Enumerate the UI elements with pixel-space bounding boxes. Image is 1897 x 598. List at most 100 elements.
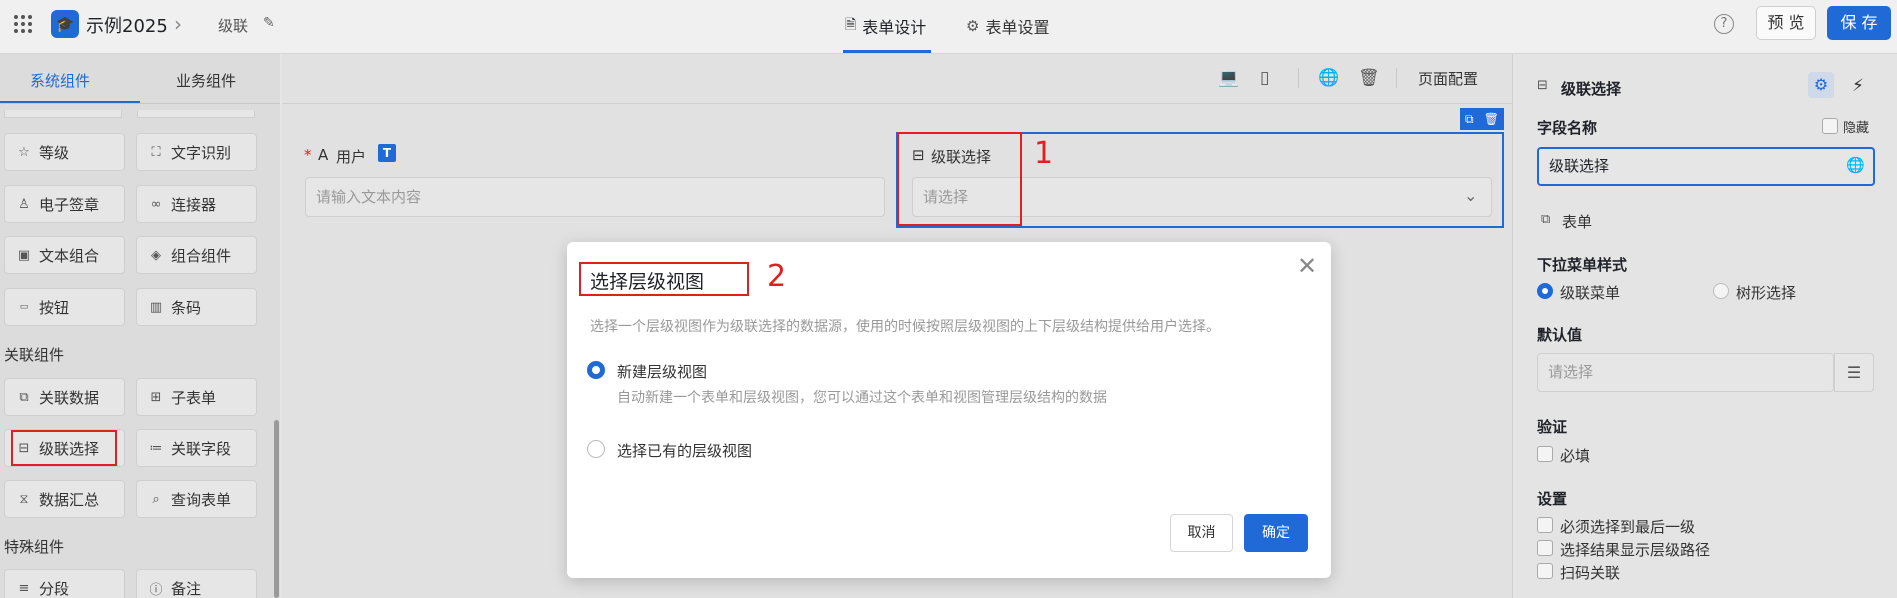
top-bar: 🎓 示例2025 › 级联 ✎ 🗎 表单设计 ⚙ 表单设置 ? 预 览 保 存 — [0, 0, 1897, 54]
show-path-checkbox[interactable] — [1537, 540, 1553, 556]
list-icon[interactable]: ☰ — [1834, 353, 1874, 392]
option-existing-label[interactable]: 选择已有的层级视图 — [617, 440, 752, 461]
confirm-button[interactable]: 确定 — [1244, 514, 1308, 552]
component-related-data[interactable]: ⧉ 关联数据 — [4, 378, 125, 416]
list-item-partial — [4, 110, 122, 118]
table-icon: ⊞ — [150, 389, 162, 405]
annotation-highlight-cascade-field — [897, 132, 1022, 226]
divider — [282, 103, 1512, 104]
default-value-select[interactable]: 请选择 — [1537, 353, 1834, 392]
edit-icon[interactable]: ✎ — [263, 15, 275, 31]
radio-cascade-menu[interactable] — [1537, 283, 1553, 299]
delete-icon[interactable]: 🗑 — [1484, 112, 1499, 126]
required-checkbox[interactable] — [1537, 446, 1553, 462]
tab-form-design[interactable]: 🗎 表单设计 — [845, 14, 926, 38]
hidden-label: 隐藏 — [1843, 121, 1870, 136]
desktop-view-icon[interactable]: 💻 — [1218, 68, 1239, 88]
gear-icon[interactable]: ⚙ — [1808, 72, 1834, 98]
annotation-highlight-cascade-component — [11, 430, 117, 466]
required-label: 必填 — [1560, 447, 1591, 465]
breadcrumb[interactable]: 级联 — [218, 15, 248, 36]
sigma-icon: ⧖ — [19, 491, 29, 507]
component-rating[interactable]: ☆ 等级 — [4, 133, 125, 171]
component-connector[interactable]: ∞ 连接器 — [136, 185, 257, 223]
validation-label: 验证 — [1537, 418, 1568, 436]
component-e-seal[interactable]: ♙ 电子签章 — [4, 185, 125, 223]
archive-icon[interactable]: 🗑 — [1358, 68, 1380, 88]
gear-icon: ⚙ — [966, 17, 980, 35]
scan-link-checkbox[interactable] — [1537, 563, 1553, 579]
component-segment[interactable]: ≡ 分段 — [4, 569, 125, 598]
component-ocr[interactable]: ⛶ 文字识别 — [136, 133, 257, 171]
tab-business-components[interactable]: 业务组件 — [176, 70, 236, 91]
relation-icon: ⧉ — [19, 389, 29, 405]
required-mark: * — [304, 146, 312, 164]
user-text-input[interactable]: 请输入文本内容 — [305, 177, 885, 217]
document-icon: 🗎 — [845, 17, 857, 33]
show-path-label: 选择结果显示层级路径 — [1560, 541, 1711, 559]
left-scrollbar[interactable] — [274, 420, 279, 598]
section-related: 关联组件 — [4, 346, 65, 364]
cascade-menu-label[interactable]: 级联菜单 — [1560, 282, 1620, 303]
help-icon[interactable]: ? — [1714, 14, 1734, 34]
component-data-summary[interactable]: ⧖ 数据汇总 — [4, 480, 125, 518]
copy-icon[interactable]: ⧉ — [1465, 112, 1474, 127]
user-field-label: 用户 — [336, 148, 367, 166]
dialog-description: 选择一个层级视图作为级联选择的数据源，使用的时候按照层级视图的上下层级结构提供给… — [590, 319, 1220, 335]
app-title[interactable]: 示例2025 — [86, 12, 168, 38]
component-barcode[interactable]: ▥ 条码 — [136, 288, 257, 326]
info-icon: ⓘ — [149, 582, 163, 598]
stamp-icon: ♙ — [18, 196, 30, 212]
apps-grid-icon[interactable] — [13, 14, 33, 34]
page-config-button[interactable]: 页面配置 — [1418, 68, 1478, 89]
globe-icon[interactable]: 🌐 — [1846, 156, 1865, 174]
tab-form-settings[interactable]: ⚙ 表单设置 — [966, 14, 1049, 38]
component-query-form[interactable]: ⌕ 查询表单 — [136, 480, 257, 518]
section-special: 特殊组件 — [4, 538, 65, 556]
chevron-down-icon: ⌄ — [1464, 186, 1478, 205]
form-link[interactable]: 表单 — [1562, 211, 1592, 232]
divider — [1396, 68, 1397, 88]
globe-icon[interactable]: 🌐 — [1318, 68, 1339, 88]
must-select-last-label: 必须选择到最后一级 — [1560, 518, 1696, 536]
close-icon[interactable]: ✕ — [1297, 252, 1317, 280]
preview-button[interactable]: 预 览 — [1756, 6, 1816, 40]
cascade-icon: ⊟ — [1537, 78, 1548, 93]
tree-select-label[interactable]: 树形选择 — [1736, 282, 1796, 303]
star-icon: ☆ — [18, 144, 30, 160]
save-button[interactable]: 保 存 — [1827, 6, 1891, 40]
lightning-icon[interactable]: ⚡ — [1852, 76, 1864, 96]
annotation-number-2: 2 — [767, 259, 787, 294]
scan-link-label: 扫码关联 — [1560, 564, 1621, 582]
field-name-input[interactable]: 级联选择 — [1537, 147, 1875, 186]
component-text-combo[interactable]: ▣ 文本组合 — [4, 236, 125, 274]
radio-existing-hierarchy[interactable] — [587, 440, 605, 458]
segment-icon: ≡ — [18, 580, 30, 596]
cancel-button[interactable]: 取消 — [1170, 514, 1233, 552]
barcode-icon: ▥ — [149, 299, 163, 315]
default-value-label: 默认值 — [1537, 326, 1583, 344]
component-note[interactable]: ⓘ 备注 — [136, 569, 257, 598]
text-badge-icon: T — [378, 144, 396, 162]
component-group[interactable]: ◈ 组合组件 — [136, 236, 257, 274]
layers-icon: ◈ — [151, 247, 161, 263]
radio-tree-select[interactable] — [1713, 283, 1729, 299]
radio-new-hierarchy[interactable] — [587, 361, 605, 379]
scan-text-icon: ⛶ — [151, 144, 161, 160]
must-select-last-checkbox[interactable] — [1537, 517, 1553, 533]
chevron-right-icon: › — [174, 12, 182, 36]
app-logo-icon: 🎓 — [51, 10, 79, 38]
component-subform[interactable]: ⊞ 子表单 — [136, 378, 257, 416]
panel-title: 级联选择 — [1561, 80, 1622, 98]
component-button[interactable]: ▭ 按钮 — [4, 288, 125, 326]
query-icon: ⌕ — [152, 491, 160, 507]
list-item-partial — [137, 110, 255, 118]
active-tab-indicator — [843, 50, 931, 53]
hidden-checkbox[interactable] — [1822, 118, 1838, 134]
link-icon: ∞ — [150, 196, 162, 212]
text-combo-icon: ▣ — [17, 247, 31, 263]
component-related-field[interactable]: ≔ 关联字段 — [136, 429, 257, 467]
mobile-view-icon[interactable]: ▯ — [1260, 68, 1269, 88]
option-new-label[interactable]: 新建层级视图 — [617, 361, 707, 382]
tab-system-components[interactable]: 系统组件 — [30, 70, 90, 91]
